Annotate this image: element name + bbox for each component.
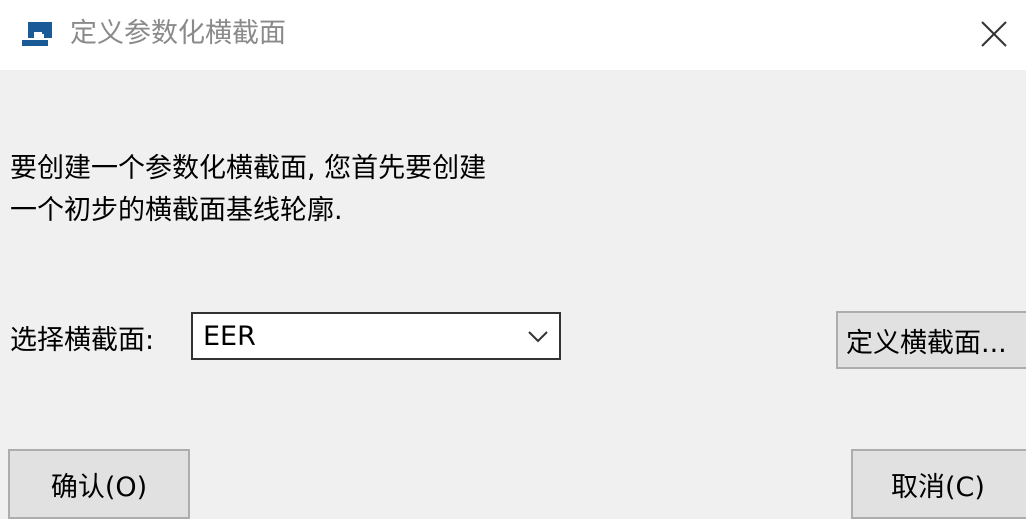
instruction-line-2: 一个初步的横截面基线轮廓. [10, 195, 343, 226]
instruction-message: 要创建一个参数化横截面, 您首先要创建 一个初步的横截面基线轮廓. [10, 148, 610, 232]
dialog-client-area [0, 70, 1026, 505]
app-window-icon [18, 18, 58, 52]
section-select-label: 选择横截面: [10, 325, 155, 356]
instruction-line-1: 要创建一个参数化横截面, 您首先要创建 [10, 153, 487, 184]
close-button[interactable] [966, 8, 1022, 60]
ok-button[interactable]: 确认(O) [8, 449, 190, 519]
close-icon [981, 21, 1007, 47]
title-bar: 定义参数化横截面 [0, 0, 1026, 70]
window-title: 定义参数化横截面 [70, 18, 286, 49]
chevron-down-icon [525, 326, 551, 346]
define-section-button[interactable]: 定义横截面... [836, 311, 1026, 369]
section-dropdown-value: EER [203, 321, 256, 352]
section-dropdown[interactable]: EER [191, 312, 561, 360]
cancel-button[interactable]: 取消(C) [851, 449, 1026, 519]
